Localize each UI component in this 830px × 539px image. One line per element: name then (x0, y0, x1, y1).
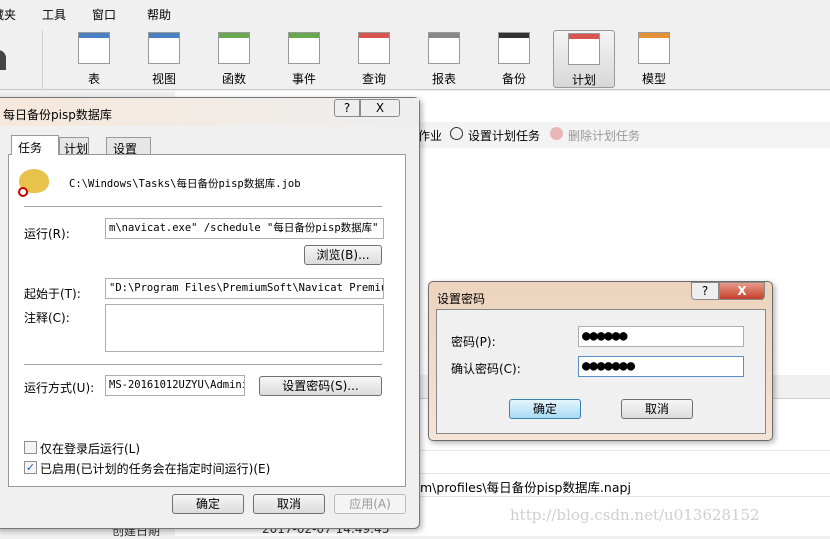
divider (24, 364, 382, 365)
toolbar-table-button[interactable]: 表 (63, 30, 125, 88)
job-path: C:\Windows\Tasks\每日备份pisp数据库.job (69, 178, 301, 190)
sub-toolbar: 作业 设置计划任务 删除计划任务 (410, 122, 830, 148)
set-task-button[interactable]: 设置计划任务 (468, 127, 540, 144)
confirm-password-input[interactable]: ●●●●●●● (578, 356, 744, 377)
toolbar-label: 事件 (291, 72, 316, 86)
run-input[interactable]: m\navicat.exe" /schedule "每日备份pisp数据库" (105, 218, 384, 239)
row-divider (410, 473, 830, 474)
task-dialog-titlebar[interactable]: 每日备份pisp数据库 ? X (0, 98, 419, 126)
function-icon (218, 32, 250, 64)
help-button[interactable]: ? (691, 282, 719, 300)
toolbar-view-button[interactable]: 视图 (133, 30, 195, 88)
menu-help[interactable]: 帮助 (147, 6, 171, 23)
row-divider (410, 496, 830, 497)
toolbar-label: 函数 (221, 72, 246, 86)
backup-icon (498, 32, 530, 64)
clock-icon (450, 127, 463, 140)
start-in-label: 起始于(T): (24, 287, 81, 301)
report-icon (428, 32, 460, 64)
query-icon (358, 32, 390, 64)
menu-bar: 藏夹 工具 窗口 帮助 (0, 0, 830, 28)
tab-task[interactable]: 任务 (11, 135, 59, 155)
toolbar-model-button[interactable]: 模型 (623, 30, 685, 88)
divider (24, 206, 382, 207)
tab-label: 任务 (18, 141, 43, 155)
task-dialog-title: 每日备份pisp数据库 (3, 108, 112, 122)
row-divider (410, 450, 830, 451)
connection-icon[interactable] (0, 50, 6, 70)
menu-window[interactable]: 窗口 (92, 6, 116, 23)
menu-tools[interactable]: 工具 (42, 6, 66, 23)
toolbar-label: 表 (87, 72, 100, 86)
enabled-label: 已启用(已计划的任务会在指定时间运行)(E) (40, 462, 271, 476)
toolbar-event-button[interactable]: 事件 (273, 30, 335, 88)
password-label: 密码(P): (451, 335, 496, 349)
ok-button[interactable]: 确定 (172, 494, 244, 514)
help-button[interactable]: ? (334, 99, 360, 117)
toolbar-label: 查询 (361, 72, 386, 86)
table-icon (78, 32, 110, 64)
close-button[interactable]: X (360, 99, 400, 117)
tab-panel: C:\Windows\Tasks\每日备份pisp数据库.job 运行(R): … (8, 154, 406, 487)
toolbar-label: 模型 (641, 72, 666, 86)
only-logged-on-label: 仅在登录后运行(L) (40, 442, 141, 456)
password-input[interactable]: ●●●●●● (578, 326, 744, 347)
confirm-password-label: 确认密码(C): (451, 362, 521, 376)
view-icon (148, 32, 180, 64)
only-logged-on-checkbox[interactable] (24, 441, 37, 454)
password-dialog-title: 设置密码 (437, 292, 486, 306)
model-icon (638, 32, 670, 64)
toolbar-label: 视图 (151, 72, 176, 86)
delete-icon (550, 127, 563, 140)
browse-button[interactable]: 浏览(B)... (304, 245, 382, 265)
run-as-label: 运行方式(U): (24, 381, 95, 395)
watermark: http://blog.csdn.net/u013628152 (510, 506, 760, 524)
enabled-checkbox[interactable]: ✓ (24, 461, 37, 474)
cancel-button[interactable]: 取消 (621, 399, 693, 419)
clock-badge-icon (18, 187, 28, 197)
password-dialog: 设置密码 ? X 密码(P): ●●●●●● 确认密码(C): ●●●●●●● … (428, 281, 773, 441)
toolbar-backup-button[interactable]: 备份 (483, 30, 545, 88)
toolbar-report-button[interactable]: 报表 (413, 30, 475, 88)
event-icon (288, 32, 320, 64)
toolbar-label: 备份 (501, 72, 526, 86)
comment-textarea[interactable] (105, 304, 384, 352)
schedule-icon (568, 33, 600, 65)
toolbar-label: 报表 (431, 72, 456, 86)
tab-schedule[interactable]: 计划 (59, 137, 89, 156)
comment-label: 注释(C): (24, 311, 70, 325)
start-in-input[interactable]: "D:\Program Files\PremiumSoft\Navicat Pr… (105, 278, 384, 299)
delete-task-button[interactable]: 删除计划任务 (568, 127, 640, 144)
task-dialog: 每日备份pisp数据库 ? X 任务 计划 设置 C:\Windows\Task… (0, 97, 420, 529)
toolbar-schedule-button[interactable]: 计划 (553, 30, 615, 88)
file-path-value: m\profiles\每日备份pisp数据库.napj (420, 480, 631, 495)
tab-settings[interactable]: 设置 (106, 137, 151, 156)
run-as-input[interactable]: MS-20161012UZYU\Admini: (105, 375, 245, 396)
password-panel: 密码(P): ●●●●●● 确认密码(C): ●●●●●●● 确定 取消 (436, 309, 766, 434)
toolbar-label: 计划 (571, 73, 596, 87)
ok-button[interactable]: 确定 (509, 399, 581, 419)
toolbar-separator (42, 30, 43, 90)
close-button[interactable]: X (719, 282, 765, 300)
menu-favorites[interactable]: 藏夹 (0, 6, 16, 23)
apply-button[interactable]: 应用(A) (334, 494, 406, 514)
toolbar-function-button[interactable]: 函数 (203, 30, 265, 88)
job-button[interactable]: 作业 (418, 127, 442, 144)
toolbar-query-button[interactable]: 查询 (343, 30, 405, 88)
run-label: 运行(R): (24, 227, 70, 241)
cancel-button[interactable]: 取消 (253, 494, 325, 514)
set-password-button[interactable]: 设置密码(S)... (259, 376, 382, 396)
